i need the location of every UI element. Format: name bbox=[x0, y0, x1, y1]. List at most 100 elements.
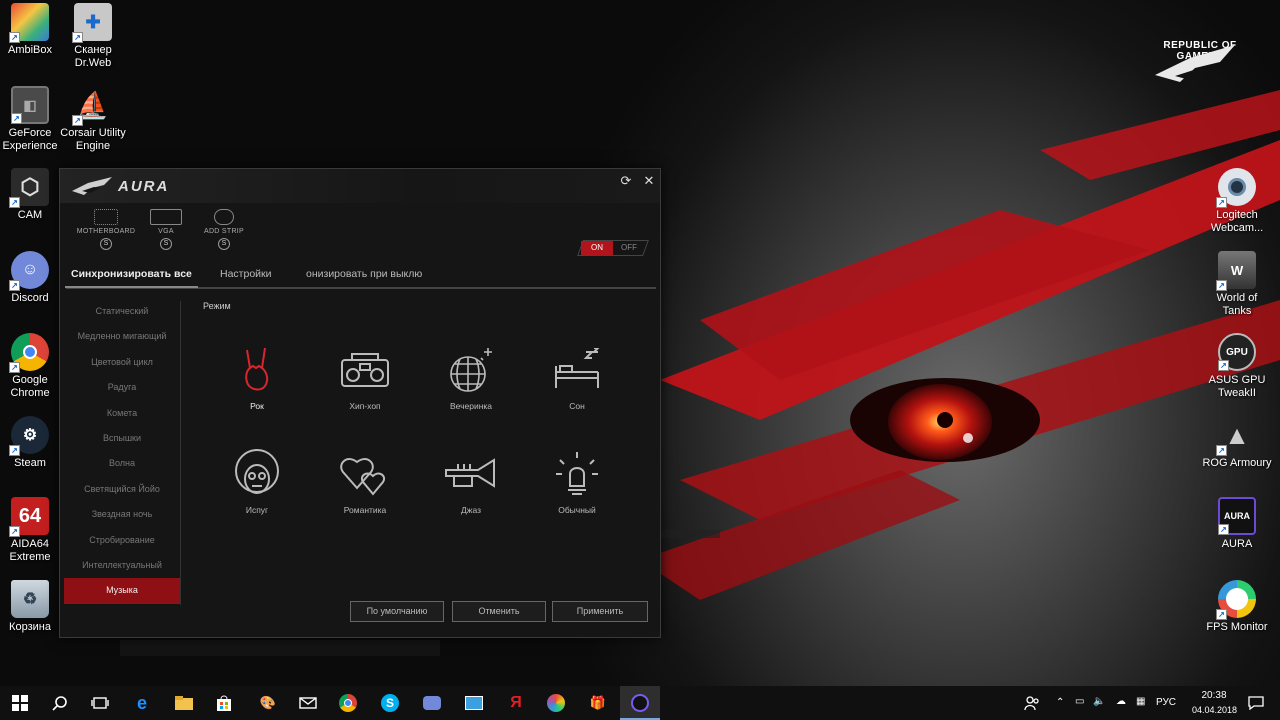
device-motherboard[interactable]: MOTHERBOARD S bbox=[76, 209, 136, 250]
tab-sync-on-shutdown[interactable]: онизировать при выклю bbox=[306, 268, 422, 280]
desktop-icon-drweb[interactable]: ✚ ↗ Сканер Dr.Web bbox=[58, 3, 128, 70]
mode-label: Джаз bbox=[461, 505, 481, 515]
desktop-icon-steam[interactable]: ⚙ ↗ Steam bbox=[0, 416, 65, 470]
search-icon[interactable] bbox=[48, 691, 72, 715]
mode-jazz[interactable]: Джаз bbox=[431, 449, 511, 515]
cancel-button[interactable]: Отменить bbox=[452, 601, 546, 622]
aura-taskbar-icon[interactable] bbox=[628, 691, 652, 715]
task-view-icon[interactable] bbox=[88, 691, 112, 715]
desktop-icon-world-of-tanks[interactable]: W ↗ World of Tanks bbox=[1202, 251, 1272, 318]
effect-item[interactable]: Стробирование bbox=[64, 528, 180, 553]
action-center-icon[interactable] bbox=[1244, 691, 1268, 715]
cam-icon: ⬡ ↗ bbox=[9, 168, 49, 208]
desktop-icon-chrome[interactable]: ↗ Google Chrome bbox=[0, 333, 65, 400]
mode-sleep[interactable]: Сон bbox=[537, 345, 617, 411]
effect-item[interactable]: Интеллектуальный bbox=[64, 553, 180, 578]
aida64-badge: 64 bbox=[18, 504, 42, 527]
chrome-icon: ↗ bbox=[9, 333, 49, 373]
toggle-on-label[interactable]: ON bbox=[581, 241, 613, 255]
onedrive-icon[interactable]: ☁ bbox=[1116, 696, 1126, 707]
effect-item[interactable]: Светящийся Йойо bbox=[64, 477, 180, 502]
desktop-icon-discord[interactable]: ☺ ↗ Discord bbox=[0, 251, 65, 305]
ambibox-icon: ↗ bbox=[9, 3, 49, 43]
language-indicator[interactable]: РУС bbox=[1156, 697, 1176, 708]
desktop-icon-label: Discord bbox=[11, 292, 49, 304]
refresh-icon[interactable]: ⟳ bbox=[616, 171, 636, 191]
steam-icon: ⚙ ↗ bbox=[9, 416, 49, 456]
desktop-icon-cam[interactable]: ⬡ ↗ CAM bbox=[0, 168, 65, 222]
taskbar: e 🎨 S Я 🎁 ⌃ ▭ 🔈 ☁ ▦ РУС 20:38 04.04.2018 bbox=[0, 686, 1280, 720]
effect-item[interactable]: Цветовой цикл bbox=[64, 350, 180, 375]
desktop-icon-label: ASUS GPU TweakII bbox=[1208, 374, 1266, 399]
fps-monitor-gauge-icon: ↗ bbox=[1216, 580, 1256, 620]
gpu-tweak-icon: GPU ↗ bbox=[1218, 333, 1256, 371]
discord-taskbar-icon[interactable] bbox=[420, 691, 444, 715]
tab-sync-all[interactable]: Синхронизировать все bbox=[65, 268, 198, 288]
clock-date: 04.04.2018 bbox=[1192, 705, 1238, 715]
desktop-icon-rog-armoury[interactable]: ▲ ↗ ROG Armoury bbox=[1202, 416, 1272, 470]
colorful-app-icon[interactable] bbox=[544, 691, 568, 715]
tab-bar: Синхронизировать все Настройки онизирова… bbox=[65, 265, 656, 289]
close-icon[interactable]: ✕ bbox=[639, 171, 659, 191]
store-icon[interactable] bbox=[212, 691, 236, 715]
sync-icon: S bbox=[160, 238, 172, 250]
mode-romance[interactable]: Романтика bbox=[325, 449, 405, 515]
yandex-browser-icon[interactable]: Я bbox=[504, 691, 528, 715]
mode-normal[interactable]: Обычный bbox=[537, 449, 617, 515]
gift-icon[interactable]: 🎁 bbox=[586, 691, 610, 715]
desktop-icon-label: AmbiBox bbox=[7, 44, 53, 56]
mode-rock[interactable]: Рок bbox=[217, 345, 297, 411]
device-vga[interactable]: VGA S bbox=[136, 209, 196, 250]
tab-settings[interactable]: Настройки bbox=[220, 268, 272, 280]
effect-item[interactable]: Медленно мигающий bbox=[64, 324, 180, 349]
boombox-icon bbox=[337, 345, 393, 395]
desktop-icon-aida64[interactable]: 64 ↗ AIDA64 Extreme bbox=[0, 497, 65, 564]
desktop-icon-fps-monitor[interactable]: ↗ FPS Monitor bbox=[1202, 580, 1272, 634]
toggle-off-label[interactable]: OFF bbox=[613, 241, 645, 255]
desktop-icon-gpu-tweak[interactable]: GPU ↗ ASUS GPU TweakII bbox=[1202, 333, 1272, 400]
afro-face-icon bbox=[229, 449, 285, 499]
input-method-icon[interactable]: ▦ bbox=[1136, 696, 1145, 707]
mode-hiphop[interactable]: Хип-хоп bbox=[325, 345, 405, 411]
remote-desktop-icon[interactable] bbox=[462, 691, 486, 715]
desktop-icon-aura[interactable]: AURA ↗ AURA bbox=[1202, 497, 1272, 551]
aura-title: AURA bbox=[118, 178, 170, 195]
desktop-icon-label: CAM bbox=[17, 209, 43, 221]
windows-start-icon[interactable] bbox=[8, 691, 32, 715]
vga-card-icon bbox=[150, 209, 182, 225]
mode-party[interactable]: Вечеринка bbox=[431, 345, 511, 411]
led-strip-icon bbox=[214, 209, 234, 225]
effect-item[interactable]: Статический bbox=[64, 299, 180, 324]
geforce-icon: ◧ ↗ bbox=[11, 86, 49, 124]
edge-icon[interactable]: e bbox=[130, 691, 154, 715]
clock[interactable]: 20:38 04.04.2018 bbox=[1192, 689, 1238, 717]
people-icon[interactable] bbox=[1020, 691, 1044, 715]
lamp-icon bbox=[549, 449, 605, 499]
desktop-icon-recycle-bin[interactable]: ♻ Корзина bbox=[0, 580, 65, 634]
device-add-strip[interactable]: ADD STRIP S bbox=[194, 209, 254, 250]
effect-item[interactable]: Звездная ночь bbox=[64, 502, 180, 527]
effect-item[interactable]: Вспышки bbox=[64, 426, 180, 451]
apply-button[interactable]: Применить bbox=[552, 601, 648, 622]
desktop-icon-label: FPS Monitor bbox=[1206, 621, 1268, 633]
effect-item[interactable]: Комета bbox=[64, 401, 180, 426]
effect-item[interactable]: Радуга bbox=[64, 375, 180, 400]
file-explorer-icon[interactable] bbox=[172, 691, 196, 715]
effect-item[interactable]: Музыка bbox=[64, 578, 180, 604]
tray-chevron-up-icon[interactable]: ⌃ bbox=[1056, 697, 1064, 708]
desktop-icon-corsair[interactable]: ⛵ ↗ Corsair Utility Engine bbox=[58, 86, 128, 153]
skype-icon[interactable]: S bbox=[378, 691, 402, 715]
default-button[interactable]: По умолчанию bbox=[350, 601, 444, 622]
power-toggle[interactable]: ON OFF bbox=[577, 240, 649, 256]
mail-icon[interactable] bbox=[296, 691, 320, 715]
effect-item[interactable]: Волна bbox=[64, 451, 180, 476]
desktop-icon-geforce[interactable]: ◧ ↗ GeForce Experience bbox=[0, 86, 65, 153]
network-icon[interactable]: ▭ bbox=[1075, 696, 1084, 707]
speaker-icon[interactable]: 🔈 bbox=[1093, 696, 1105, 707]
mode-scare[interactable]: Испуг bbox=[217, 449, 297, 515]
desktop-icon-logitech-webcam[interactable]: ↗ Logitech Webcam... bbox=[1202, 168, 1272, 235]
desktop-icon-ambibox[interactable]: ↗ AmbiBox bbox=[0, 3, 65, 57]
chrome-taskbar-icon[interactable] bbox=[336, 691, 360, 715]
aura-titlebar[interactable]: AURA ⟳ ✕ bbox=[60, 169, 660, 203]
paint-icon[interactable]: 🎨 bbox=[256, 691, 280, 715]
